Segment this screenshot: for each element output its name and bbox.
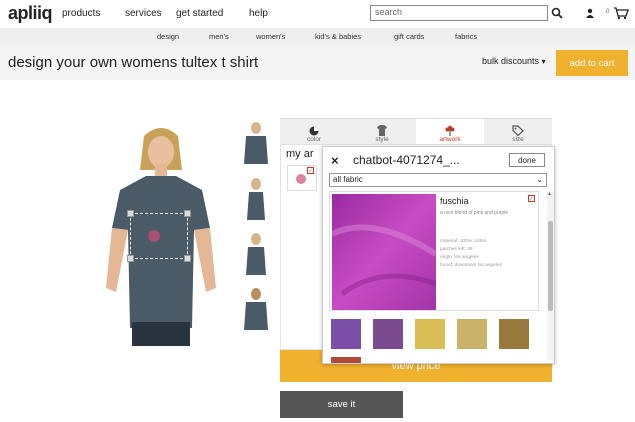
subnav-mens[interactable]: men's — [209, 32, 229, 41]
thumbnail-back[interactable] — [238, 286, 274, 336]
fabric-swatch[interactable] — [331, 319, 361, 349]
nav-get-started[interactable]: get started — [176, 8, 223, 19]
color-wheel-icon — [309, 126, 319, 136]
fabric-filter-select[interactable]: all fabric ⌄ — [329, 173, 547, 187]
category-nav: design men's women's kid's & babies gift… — [0, 28, 635, 46]
logo[interactable]: apliiq — [8, 3, 53, 24]
cart-count: 0 — [606, 9, 610, 15]
flower-icon — [445, 125, 455, 136]
chevron-down-icon: ▾ — [541, 57, 546, 66]
popup-scrollbar[interactable]: ▲ — [547, 191, 554, 361]
cart-icon[interactable] — [612, 5, 630, 21]
title-bar: design your own womens tultex t shirt bu… — [0, 46, 635, 80]
nav-help[interactable]: help — [249, 8, 268, 19]
fabric-patches: patches left: 35 — [440, 247, 473, 252]
scrollbar-thumb[interactable] — [548, 221, 553, 311]
add-to-cart-button[interactable]: add to cart — [556, 50, 628, 76]
remove-artwork-icon[interactable]: ✓ — [307, 167, 314, 174]
bulk-discounts-label: bulk discounts — [482, 56, 540, 66]
tab-artwork-label: artwork — [439, 136, 461, 143]
tab-artwork[interactable]: artwork — [416, 119, 484, 145]
fabric-swatch[interactable] — [499, 319, 529, 349]
subnav-gift-cards[interactable]: gift cards — [394, 32, 424, 41]
fabric-filter-value: all fabric — [333, 175, 363, 184]
save-button[interactable]: save it — [280, 391, 403, 418]
select-checkbox[interactable]: ✓ — [528, 195, 535, 202]
resize-handle[interactable] — [184, 210, 191, 217]
fabric-found: found: downtown los angeles — [440, 263, 502, 268]
tag-icon — [512, 125, 524, 136]
fabric-swatch-image — [332, 194, 436, 310]
fabric-origin: origin: los angeles — [440, 255, 479, 260]
page-title: design your own womens tultex t shirt — [8, 54, 259, 71]
search-input[interactable]: search — [370, 5, 548, 21]
subnav-fabrics[interactable]: fabrics — [455, 32, 477, 41]
fabric-swatch[interactable] — [331, 357, 361, 363]
tab-color-label: color — [306, 136, 322, 143]
tab-size[interactable]: size — [484, 119, 552, 145]
nav-products[interactable]: products — [62, 8, 100, 19]
tab-style-label: style — [375, 136, 389, 143]
fabric-material: material: 100% cotton — [440, 239, 487, 244]
thumbnail-side-2[interactable] — [238, 231, 274, 281]
resize-handle[interactable] — [127, 210, 134, 217]
fabric-swatch[interactable] — [415, 319, 445, 349]
artwork-thumbnail[interactable]: ✓ — [287, 165, 317, 191]
bulk-discounts-dropdown[interactable]: bulk discounts ▾ — [482, 56, 546, 66]
nav-services[interactable]: services — [125, 8, 162, 19]
chevron-down-icon: ⌄ — [536, 175, 543, 184]
scroll-up-icon[interactable]: ▲ — [547, 191, 552, 197]
fabric-swatch[interactable] — [457, 319, 487, 349]
fabric-description: a nice blend of pink and purple — [440, 210, 509, 216]
subnav-womens[interactable]: women's — [256, 32, 285, 41]
search-icon[interactable] — [550, 5, 564, 21]
resize-handle[interactable] — [184, 255, 191, 262]
panel-heading: my ar — [286, 148, 314, 160]
tab-color[interactable]: color — [280, 119, 348, 145]
subnav-kids-babies[interactable]: kid's & babies — [315, 32, 361, 41]
resize-handle[interactable] — [127, 255, 134, 262]
fabric-swatch[interactable] — [373, 319, 403, 349]
tab-style[interactable]: style — [348, 119, 416, 145]
fabric-card[interactable]: fuschia a nice blend of pink and purple … — [329, 191, 539, 311]
thumbnail-front[interactable] — [238, 120, 274, 170]
thumbnail-side[interactable] — [238, 176, 274, 226]
fabric-name: fuschia — [440, 196, 469, 206]
done-button[interactable]: done — [509, 153, 545, 167]
top-bar: apliiq products services get started hel… — [0, 0, 635, 28]
tab-size-label: size — [512, 136, 524, 143]
close-icon[interactable]: × — [331, 153, 339, 168]
tshirt-icon — [377, 125, 387, 136]
fabric-picker-popup: × chatbot-4071274_... done all fabric ⌄ … — [322, 146, 555, 364]
user-icon[interactable] — [584, 7, 596, 19]
design-tabs: color style artwork size — [280, 118, 552, 145]
design-placement-box[interactable] — [127, 210, 191, 262]
subnav-design[interactable]: design — [157, 32, 179, 41]
popup-title: chatbot-4071274_... — [353, 153, 460, 167]
